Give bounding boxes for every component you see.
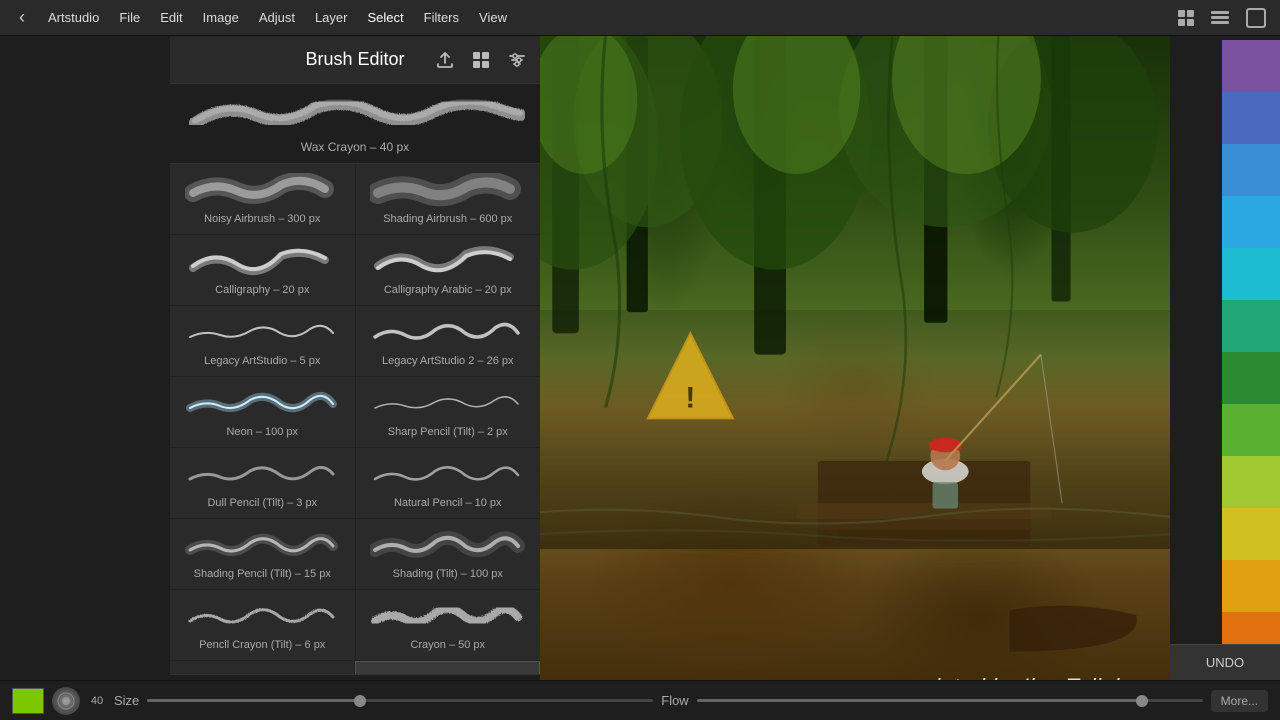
brush-item-wax-crayon[interactable]: Wax Crayon – 40 px	[355, 661, 541, 674]
brush-preview-area: Wax Crayon – 40 px	[170, 84, 540, 164]
menu-item-select[interactable]: Select	[359, 6, 411, 29]
brush-name-calligraphy-arabic: Calligraphy Arabic – 20 px	[384, 284, 512, 296]
color-swatch-purple[interactable]	[1222, 40, 1280, 92]
menu-item-file[interactable]: File	[111, 6, 148, 29]
grid-icon[interactable]	[1172, 4, 1200, 32]
brush-item-noisy-airbrush[interactable]: Noisy Airbrush – 300 px	[170, 164, 356, 234]
color-swatch-dark-blue[interactable]	[1222, 92, 1280, 144]
brush-row-3: Legacy ArtStudio – 5 px Legacy ArtStudio…	[170, 306, 540, 377]
brush-item-dull-pencil[interactable]: Dull Pencil (Tilt) – 3 px	[170, 448, 356, 518]
export-button[interactable]	[430, 45, 460, 75]
brush-name-sharp-pencil: Sharp Pencil (Tilt) – 2 px	[388, 426, 508, 438]
menu-item-edit[interactable]: Edit	[152, 6, 190, 29]
brush-item-sharp-pencil[interactable]: Sharp Pencil (Tilt) – 2 px	[356, 377, 541, 447]
brush-list[interactable]: Noisy Airbrush – 300 px Shading Airbrush…	[170, 164, 540, 674]
brush-name-noisy-airbrush: Noisy Airbrush – 300 px	[204, 213, 320, 225]
color-swatch-teal[interactable]	[1222, 300, 1280, 352]
grid-view-button[interactable]	[466, 45, 496, 75]
color-swatch-cyan[interactable]	[1222, 248, 1280, 300]
brush-item-legacy-artstudio-2[interactable]: Legacy ArtStudio 2 – 26 px	[356, 306, 541, 376]
brush-item-shading-airbrush[interactable]: Shading Airbrush – 600 px	[356, 164, 541, 234]
brush-item-crayon[interactable]: Crayon – 50 px	[356, 590, 541, 660]
flow-label: Flow	[661, 693, 688, 708]
brush-panel: Brush Editor	[170, 36, 540, 720]
color-swatch-dark-green[interactable]	[1222, 352, 1280, 404]
canvas-area[interactable]: ! painted by Ilya Tuljakov	[540, 36, 1170, 720]
frame-icon[interactable]	[1240, 2, 1272, 34]
preview-label: Wax Crayon – 40 px	[301, 140, 409, 154]
brush-row-5: Dull Pencil (Tilt) – 3 px Natural Pencil…	[170, 448, 540, 519]
brush-name-shading-pencil: Shading Pencil (Tilt) – 15 px	[194, 568, 331, 580]
brush-row-2: Calligraphy – 20 px Calligraphy Arabic –…	[170, 235, 540, 306]
brush-name-crayon: Crayon – 50 px	[410, 639, 485, 651]
menu-item-layer[interactable]: Layer	[307, 6, 356, 29]
color-swatch-amber[interactable]	[1222, 560, 1280, 612]
brush-name-shading-tilt: Shading (Tilt) – 100 px	[393, 568, 503, 580]
brush-item-wet-crayon[interactable]: Wet Crayon (Tilt) – 20 px	[170, 661, 355, 674]
menu-bar: ‹ Artstudio File Edit Image Adjust Layer…	[0, 0, 1280, 36]
size-label: Size	[114, 693, 139, 708]
brush-name-pencil-crayon: Pencil Crayon (Tilt) – 6 px	[199, 639, 325, 651]
brush-item-natural-pencil[interactable]: Natural Pencil – 10 px	[356, 448, 541, 518]
brush-name-shading-airbrush: Shading Airbrush – 600 px	[383, 213, 512, 225]
color-swatch-sky-blue[interactable]	[1222, 196, 1280, 248]
undo-button[interactable]: UNDO	[1170, 644, 1280, 680]
size-slider-thumb[interactable]	[354, 695, 366, 707]
brush-header: Brush Editor	[170, 36, 540, 84]
size-slider[interactable]	[147, 699, 653, 702]
brush-header-icons	[430, 45, 532, 75]
menu-item-image[interactable]: Image	[195, 6, 247, 29]
brush-row-8: Wet Crayon (Tilt) – 20 px Wax Crayon – 4…	[170, 661, 540, 674]
brush-row-1: Noisy Airbrush – 300 px Shading Airbrush…	[170, 164, 540, 235]
back-button[interactable]: ‹	[8, 4, 36, 32]
brush-name-calligraphy: Calligraphy – 20 px	[215, 284, 309, 296]
brush-row-6: Shading Pencil (Tilt) – 15 px Shading (T…	[170, 519, 540, 590]
brush-name-legacy-artstudio-2: Legacy ArtStudio 2 – 26 px	[382, 355, 513, 367]
color-swatch-blue[interactable]	[1222, 144, 1280, 196]
menu-item-artstudio[interactable]: Artstudio	[40, 6, 107, 29]
menu-item-adjust[interactable]: Adjust	[251, 6, 303, 29]
flow-slider-thumb[interactable]	[1136, 695, 1148, 707]
color-swatch-yellow-green[interactable]	[1222, 456, 1280, 508]
menu-item-view[interactable]: View	[471, 6, 515, 29]
color-swatch-yellow[interactable]	[1222, 508, 1280, 560]
brush-item-pencil-crayon[interactable]: Pencil Crayon (Tilt) – 6 px	[170, 590, 356, 660]
water-area	[540, 310, 1170, 549]
colors-panel: UNDO	[1170, 36, 1280, 720]
brush-row-4: Neon – 100 px Sharp Pencil (Tilt) – 2 px	[170, 377, 540, 448]
bottom-toolbar: 40 Size Flow More...	[0, 680, 1280, 720]
size-number: 40	[88, 695, 106, 707]
more-button[interactable]: More...	[1211, 690, 1268, 712]
brush-name-natural-pencil: Natural Pencil – 10 px	[394, 497, 502, 509]
brush-item-shading-pencil[interactable]: Shading Pencil (Tilt) – 15 px	[170, 519, 356, 589]
brush-item-shading-tilt[interactable]: Shading (Tilt) – 100 px	[356, 519, 541, 589]
brush-row-7: Pencil Crayon (Tilt) – 6 px Crayon – 50 …	[170, 590, 540, 661]
brush-editor-title: Brush Editor	[305, 49, 404, 70]
brush-item-calligraphy-arabic[interactable]: Calligraphy Arabic – 20 px	[356, 235, 541, 305]
brush-item-calligraphy[interactable]: Calligraphy – 20 px	[170, 235, 356, 305]
filter-button[interactable]	[502, 45, 532, 75]
brush-name-dull-pencil: Dull Pencil (Tilt) – 3 px	[207, 497, 317, 509]
color-swatch-green[interactable]	[1222, 404, 1280, 456]
brush-name-neon: Neon – 100 px	[226, 426, 298, 438]
brush-texture-icon[interactable]	[52, 687, 80, 715]
menu-item-filters[interactable]: Filters	[416, 6, 467, 29]
sidebar-left	[0, 36, 170, 720]
brush-name-legacy-artstudio: Legacy ArtStudio – 5 px	[204, 355, 320, 367]
layers-icon[interactable]	[1204, 2, 1236, 34]
color-preview-box[interactable]	[12, 688, 44, 714]
brush-item-legacy-artstudio[interactable]: Legacy ArtStudio – 5 px	[170, 306, 356, 376]
brush-item-neon[interactable]: Neon – 100 px	[170, 377, 356, 447]
flow-slider[interactable]	[697, 699, 1203, 702]
